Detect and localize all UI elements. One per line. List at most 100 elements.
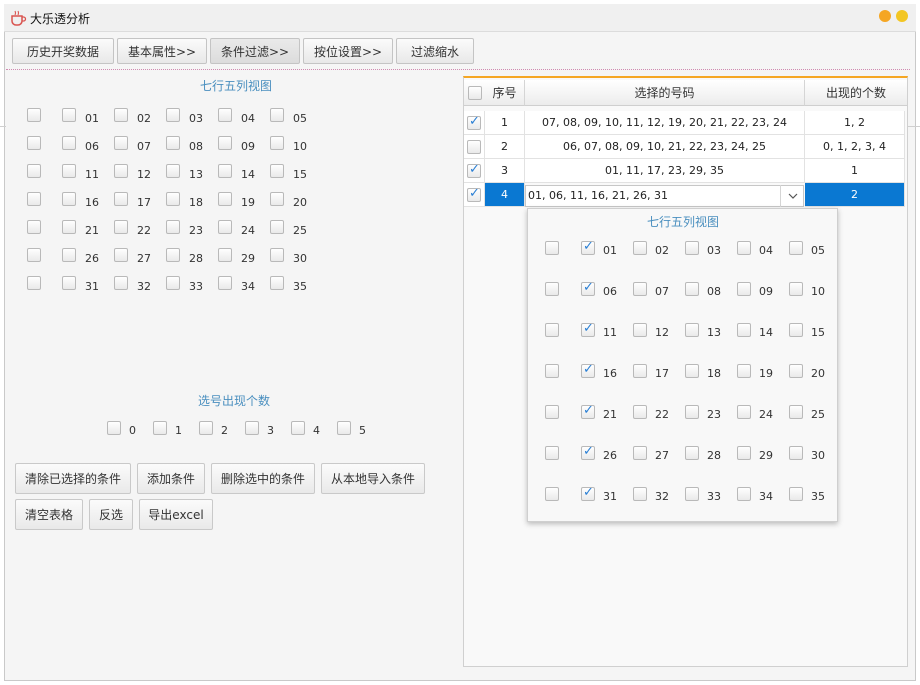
popup-row-checkbox[interactable] bbox=[545, 323, 559, 337]
minimize-button[interactable] bbox=[879, 10, 891, 22]
number-checkbox[interactable] bbox=[270, 192, 284, 206]
header-count[interactable]: 出现的个数 bbox=[805, 80, 907, 106]
table-cell-count[interactable]: 2 bbox=[805, 183, 905, 207]
row-checkbox[interactable] bbox=[467, 186, 481, 202]
popup-row-checkbox[interactable] bbox=[545, 405, 559, 419]
delete-selected-conditions-button[interactable]: 删除选中的条件 bbox=[211, 463, 315, 494]
number-checkbox[interactable] bbox=[114, 276, 128, 290]
number-checkbox[interactable] bbox=[62, 192, 76, 206]
number-checkbox[interactable] bbox=[218, 220, 232, 234]
chevron-down-icon[interactable] bbox=[780, 185, 804, 207]
popup-number-checkbox[interactable] bbox=[685, 323, 699, 337]
popup-number-checkbox[interactable] bbox=[737, 364, 751, 378]
row-select-checkbox[interactable] bbox=[27, 164, 41, 178]
popup-number-checkbox[interactable] bbox=[685, 446, 699, 460]
number-checkbox[interactable] bbox=[270, 248, 284, 262]
popup-number-checkbox[interactable] bbox=[581, 403, 595, 419]
clear-selected-conditions-button[interactable]: 清除已选择的条件 bbox=[15, 463, 131, 494]
tab-filter-shrink[interactable]: 过滤缩水 bbox=[396, 38, 474, 64]
table-cell-count[interactable]: 1, 2 bbox=[805, 111, 905, 135]
popup-number-checkbox[interactable] bbox=[633, 282, 647, 296]
row-select-checkbox[interactable] bbox=[27, 192, 41, 206]
popup-number-checkbox[interactable] bbox=[789, 241, 803, 255]
import-local-conditions-button[interactable]: 从本地导入条件 bbox=[321, 463, 425, 494]
number-checkbox[interactable] bbox=[218, 276, 232, 290]
number-checkbox[interactable] bbox=[218, 164, 232, 178]
maximize-button[interactable] bbox=[896, 10, 908, 22]
number-checkbox[interactable] bbox=[114, 248, 128, 262]
popup-number-checkbox[interactable] bbox=[737, 487, 751, 501]
number-checkbox[interactable] bbox=[62, 248, 76, 262]
row-select-checkbox[interactable] bbox=[27, 136, 41, 150]
number-checkbox[interactable] bbox=[270, 136, 284, 150]
popup-number-checkbox[interactable] bbox=[789, 487, 803, 501]
popup-row-checkbox[interactable] bbox=[545, 282, 559, 296]
tab-basic-attributes[interactable]: 基本属性>> bbox=[117, 38, 207, 64]
number-checkbox[interactable] bbox=[114, 192, 128, 206]
popup-number-checkbox[interactable] bbox=[737, 405, 751, 419]
popup-number-checkbox[interactable] bbox=[685, 282, 699, 296]
add-condition-button[interactable]: 添加条件 bbox=[137, 463, 205, 494]
row-select-checkbox[interactable] bbox=[27, 220, 41, 234]
number-checkbox[interactable] bbox=[166, 220, 180, 234]
table-cell-count[interactable]: 0, 1, 2, 3, 4 bbox=[805, 135, 905, 159]
popup-number-checkbox[interactable] bbox=[633, 241, 647, 255]
popup-number-checkbox[interactable] bbox=[789, 364, 803, 378]
header-numbers[interactable]: 选择的号码 bbox=[525, 80, 805, 106]
number-checkbox[interactable] bbox=[218, 248, 232, 262]
popup-number-checkbox[interactable] bbox=[581, 444, 595, 460]
popup-number-checkbox[interactable] bbox=[685, 241, 699, 255]
number-checkbox[interactable] bbox=[62, 108, 76, 122]
number-checkbox[interactable] bbox=[62, 276, 76, 290]
popup-number-checkbox[interactable] bbox=[789, 446, 803, 460]
count-checkbox[interactable] bbox=[337, 421, 351, 435]
number-checkbox[interactable] bbox=[166, 164, 180, 178]
row-select-checkbox[interactable] bbox=[27, 276, 41, 290]
row-checkbox[interactable] bbox=[467, 139, 481, 154]
number-checkbox[interactable] bbox=[114, 136, 128, 150]
table-cell-index[interactable]: 4 bbox=[485, 183, 525, 207]
popup-number-checkbox[interactable] bbox=[633, 323, 647, 337]
number-checkbox[interactable] bbox=[270, 164, 284, 178]
table-cell-numbers[interactable]: 01, 11, 17, 23, 29, 35 bbox=[525, 159, 805, 183]
popup-row-checkbox[interactable] bbox=[545, 446, 559, 460]
popup-number-checkbox[interactable] bbox=[789, 323, 803, 337]
popup-number-checkbox[interactable] bbox=[633, 405, 647, 419]
number-checkbox[interactable] bbox=[218, 108, 232, 122]
popup-number-checkbox[interactable] bbox=[685, 487, 699, 501]
row-select-checkbox[interactable] bbox=[27, 108, 41, 122]
popup-number-checkbox[interactable] bbox=[789, 405, 803, 419]
popup-row-checkbox[interactable] bbox=[545, 364, 559, 378]
number-checkbox[interactable] bbox=[114, 220, 128, 234]
number-checkbox[interactable] bbox=[114, 164, 128, 178]
popup-row-checkbox[interactable] bbox=[545, 487, 559, 501]
invert-selection-button[interactable]: 反选 bbox=[89, 499, 133, 530]
count-checkbox[interactable] bbox=[199, 421, 213, 435]
count-checkbox[interactable] bbox=[153, 421, 167, 435]
number-checkbox[interactable] bbox=[166, 108, 180, 122]
number-checkbox[interactable] bbox=[114, 108, 128, 122]
popup-number-checkbox[interactable] bbox=[581, 280, 595, 296]
table-cell-numbers[interactable]: 06, 07, 08, 09, 10, 21, 22, 23, 24, 25 bbox=[525, 135, 805, 159]
number-checkbox[interactable] bbox=[166, 192, 180, 206]
number-checkbox[interactable] bbox=[166, 276, 180, 290]
popup-number-checkbox[interactable] bbox=[581, 321, 595, 337]
popup-number-checkbox[interactable] bbox=[737, 282, 751, 296]
header-index[interactable]: 序号 bbox=[485, 80, 525, 106]
number-checkbox[interactable] bbox=[62, 220, 76, 234]
popup-number-checkbox[interactable] bbox=[633, 446, 647, 460]
clear-table-button[interactable]: 清空表格 bbox=[15, 499, 83, 530]
table-cell-index[interactable]: 1 bbox=[485, 111, 525, 135]
popup-number-checkbox[interactable] bbox=[685, 405, 699, 419]
select-all-checkbox[interactable] bbox=[467, 85, 482, 100]
number-checkbox[interactable] bbox=[62, 136, 76, 150]
table-cell-index[interactable]: 2 bbox=[485, 135, 525, 159]
tab-position-settings[interactable]: 按位设置>> bbox=[303, 38, 393, 64]
table-cell-count[interactable]: 1 bbox=[805, 159, 905, 183]
popup-number-checkbox[interactable] bbox=[737, 446, 751, 460]
number-checkbox[interactable] bbox=[62, 164, 76, 178]
number-checkbox[interactable] bbox=[218, 192, 232, 206]
popup-number-checkbox[interactable] bbox=[685, 364, 699, 378]
number-checkbox[interactable] bbox=[166, 248, 180, 262]
table-cell-index[interactable]: 3 bbox=[485, 159, 525, 183]
